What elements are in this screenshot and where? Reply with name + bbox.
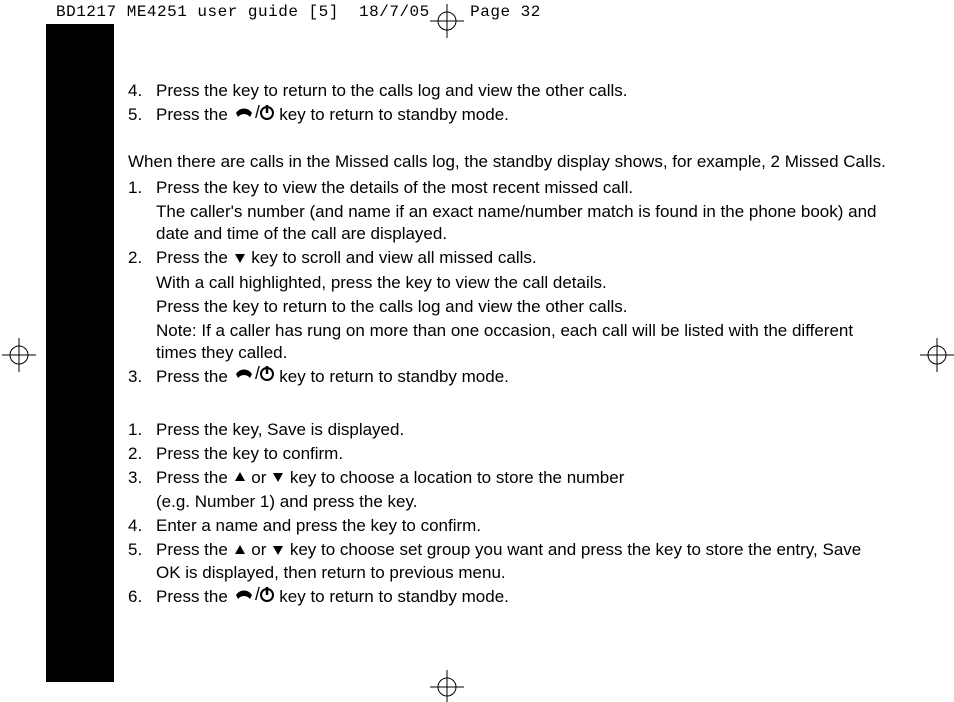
step-text: Press the key to view the details of the… (156, 177, 888, 199)
intro-paragraph: When there are calls in the Missed calls… (128, 151, 888, 173)
print-header: BD1217 ME4251 user guide [5] 18/7/05 Pag… (56, 3, 541, 21)
step-text: Press the key to scroll and view all mis… (156, 247, 888, 270)
crop-mark-right-icon (920, 338, 954, 372)
step-number: 5. (128, 539, 156, 584)
step-item: 4.Enter a name and press the key to conf… (128, 515, 888, 537)
step-item: 5.Press the or key to choose set group y… (128, 539, 888, 584)
step-text: Press the key to return to the calls log… (156, 296, 888, 318)
step-list-a: 4.Press the key to return to the calls l… (128, 80, 888, 127)
step-text: Press the key to confirm. (156, 443, 888, 465)
step-number: 4. (128, 515, 156, 537)
step-body: Press the or key to choose a location to… (156, 467, 888, 514)
step-body: Press the key to return to standby mode. (156, 366, 888, 389)
step-body: Press the key to return to standby mode. (156, 104, 888, 127)
end-call-power-icon (234, 587, 274, 609)
step-list-b: 1.Press the key to view the details of t… (128, 177, 888, 389)
step-number: 5. (128, 104, 156, 127)
step-item: 2.Press the key to confirm. (128, 443, 888, 465)
crop-mark-top-icon (430, 4, 464, 38)
step-text: (e.g. Number 1) and press the key. (156, 491, 888, 513)
end-call-power-icon (234, 105, 274, 127)
step-item: 6.Press the key to return to standby mod… (128, 586, 888, 609)
step-text: Press the key to return to the calls log… (156, 80, 888, 102)
page-content: 4.Press the key to return to the calls l… (128, 80, 888, 611)
step-body: Enter a name and press the key to confir… (156, 515, 888, 537)
end-call-power-icon (234, 366, 274, 388)
doc-id: BD1217 ME4251 user guide [5] (56, 3, 339, 21)
step-body: Press the key to return to standby mode. (156, 586, 888, 609)
step-body: Press the key to scroll and view all mis… (156, 247, 888, 364)
step-text: Note: If a caller has rung on more than … (156, 320, 888, 364)
step-body: Press the key to view the details of the… (156, 177, 888, 245)
step-text: Enter a name and press the key to confir… (156, 515, 888, 537)
step-body: Press the key to confirm. (156, 443, 888, 465)
step-body: Press the key, Save is displayed. (156, 419, 888, 441)
step-item: 1.Press the key, Save is displayed. (128, 419, 888, 441)
step-text: Press the key to return to standby mode. (156, 586, 888, 609)
step-text: The caller's number (and name if an exac… (156, 201, 888, 245)
document-page: BD1217 ME4251 user guide [5] 18/7/05 Pag… (0, 0, 954, 702)
step-item: 5.Press the key to return to standby mod… (128, 104, 888, 127)
step-item: 3.Press the key to return to standby mod… (128, 366, 888, 389)
crop-mark-left-icon (2, 338, 36, 372)
step-item: 4.Press the key to return to the calls l… (128, 80, 888, 102)
step-text: Press the key to return to standby mode. (156, 366, 888, 389)
up-triangle-icon (234, 467, 246, 489)
step-text: Press the key, Save is displayed. (156, 419, 888, 441)
step-number: 4. (128, 80, 156, 102)
step-number: 1. (128, 419, 156, 441)
page-label: Page 32 (470, 3, 541, 21)
step-number: 6. (128, 586, 156, 609)
doc-date: 18/7/05 (359, 3, 430, 21)
step-text: Press the or key to choose set group you… (156, 539, 888, 584)
down-triangle-icon (272, 540, 284, 562)
side-black-tab (46, 24, 114, 682)
step-text: With a call highlighted, press the key t… (156, 272, 888, 294)
step-number: 2. (128, 247, 156, 364)
up-triangle-icon (234, 540, 246, 562)
step-item: 2.Press the key to scroll and view all m… (128, 247, 888, 364)
step-item: 3.Press the or key to choose a location … (128, 467, 888, 514)
step-body: Press the or key to choose set group you… (156, 539, 888, 584)
step-list-c: 1.Press the key, Save is displayed.2.Pre… (128, 419, 888, 609)
step-body: Press the key to return to the calls log… (156, 80, 888, 102)
step-number: 1. (128, 177, 156, 245)
crop-mark-bottom-icon (430, 670, 464, 702)
step-text: Press the or key to choose a location to… (156, 467, 888, 490)
step-number: 2. (128, 443, 156, 465)
step-number: 3. (128, 366, 156, 389)
step-text: Press the key to return to standby mode. (156, 104, 888, 127)
down-triangle-icon (234, 248, 246, 270)
down-triangle-icon (272, 467, 284, 489)
step-number: 3. (128, 467, 156, 514)
step-item: 1.Press the key to view the details of t… (128, 177, 888, 245)
